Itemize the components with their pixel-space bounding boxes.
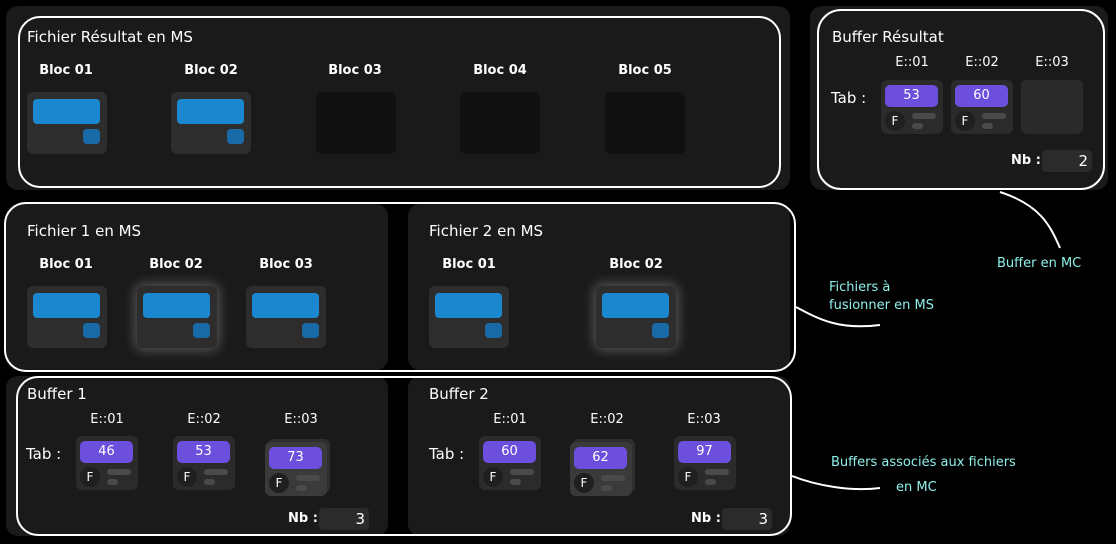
buffers-mc-annotation-line2: en MC xyxy=(896,480,937,495)
buffer-mc-annotation: Buffer en MC xyxy=(997,256,1082,271)
buffers-mc-arrow xyxy=(791,475,881,491)
buffer-mc-arrow xyxy=(999,191,1061,249)
buffers-mc-annotation-line1: Buffers associés aux fichiers xyxy=(831,455,1016,470)
files-ms-annotation-line2: fusionner en MS xyxy=(829,298,934,313)
files-ms-annotation-line1: Fichiers à xyxy=(829,280,891,295)
